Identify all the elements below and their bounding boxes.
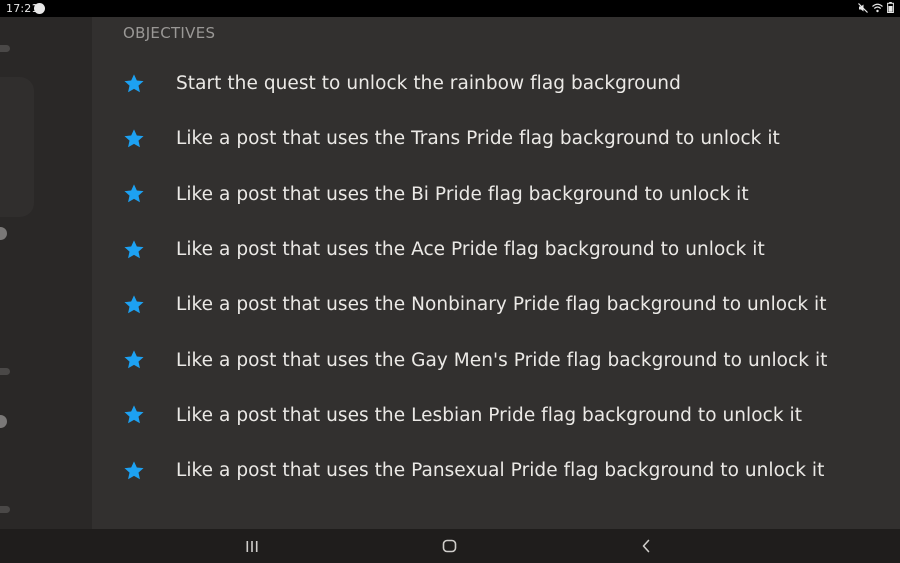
objective-item: Like a post that uses the Pansexual Prid… [123, 443, 893, 498]
navigation-bar [0, 529, 900, 563]
objective-item: Like a post that uses the Nonbinary Prid… [123, 277, 893, 332]
home-icon [442, 539, 456, 553]
objective-item: Like a post that uses the Bi Pride flag … [123, 167, 893, 222]
battery-icon [887, 2, 894, 13]
objective-item: Like a post that uses the Ace Pride flag… [123, 222, 893, 277]
objective-label: Like a post that uses the Gay Men's Prid… [176, 349, 828, 371]
status-bar: 17:21 [0, 0, 900, 17]
back-icon [642, 539, 650, 553]
back-button[interactable] [628, 533, 664, 559]
objective-label: Like a post that uses the Ace Pride flag… [176, 239, 765, 261]
objective-item: Like a post that uses the Gay Men's Prid… [123, 332, 893, 387]
objective-item: Like a post that uses the Lesbian Pride … [123, 388, 893, 443]
wifi-icon [872, 3, 883, 12]
status-icons [858, 2, 894, 13]
sidebar-handle[interactable] [0, 368, 10, 375]
sidebar-card[interactable] [0, 77, 34, 217]
sidebar [0, 17, 92, 529]
sidebar-handle[interactable] [0, 45, 10, 52]
sidebar-avatar-icon[interactable] [0, 227, 7, 240]
objectives-list: Start the quest to unlock the rainbow fl… [123, 56, 893, 498]
star-icon [124, 461, 144, 479]
objective-item: Like a post that uses the Trans Pride fl… [123, 111, 893, 166]
star-icon [124, 350, 144, 369]
sidebar-handle[interactable] [0, 506, 10, 513]
home-button[interactable] [431, 533, 467, 559]
objective-label: Like a post that uses the Nonbinary Prid… [176, 294, 827, 316]
section-title: OBJECTIVES [123, 24, 216, 42]
notification-app-icon [34, 3, 45, 14]
star-icon [124, 239, 144, 258]
objectives-panel: OBJECTIVES Start the quest to unlock the… [92, 17, 900, 529]
sidebar-avatar-icon[interactable] [0, 415, 7, 428]
mute-icon [858, 2, 868, 13]
objective-item: Start the quest to unlock the rainbow fl… [123, 56, 893, 111]
star-icon [124, 74, 144, 92]
objective-label: Like a post that uses the Pansexual Prid… [176, 460, 825, 482]
star-icon [124, 129, 144, 148]
star-icon [124, 184, 144, 203]
objective-label: Like a post that uses the Bi Pride flag … [176, 183, 749, 205]
objective-label: Start the quest to unlock the rainbow fl… [176, 73, 681, 95]
recent-apps-button[interactable] [234, 533, 270, 559]
objective-label: Like a post that uses the Lesbian Pride … [176, 404, 803, 426]
objective-label: Like a post that uses the Trans Pride fl… [176, 128, 780, 150]
star-icon [124, 295, 144, 314]
recent-apps-icon [246, 540, 258, 552]
star-icon [124, 405, 144, 424]
